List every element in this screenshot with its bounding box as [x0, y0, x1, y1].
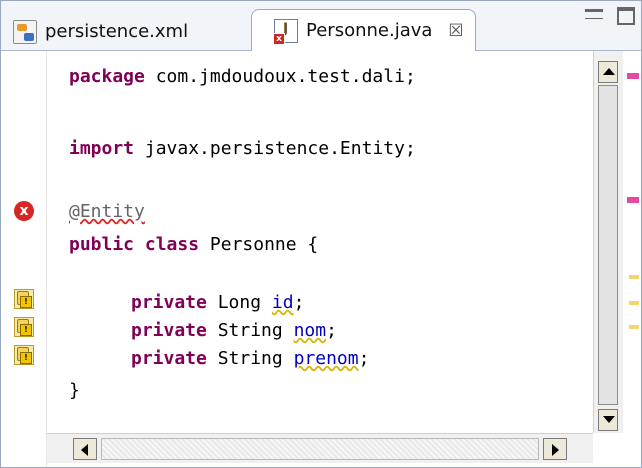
minimize-icon[interactable]: [585, 9, 603, 19]
code-line-annotation: @Entity: [69, 198, 145, 226]
keyword-class: class: [144, 234, 200, 255]
package-name: com.jmdoudoux.test.dali;: [144, 66, 416, 87]
code-line-field-nom: private String nom;: [131, 317, 337, 345]
warning-icon[interactable]: [14, 345, 34, 365]
vertical-ruler[interactable]: x: [1, 51, 47, 467]
code-line-close-brace: }: [69, 377, 80, 405]
code-line-field-id: private Long id;: [131, 289, 304, 317]
java-file-error-icon: x: [273, 18, 298, 45]
code-line-import: import javax.persistence.Entity;: [69, 135, 416, 163]
tab-bar: persistence.xml x Personne.java ☒: [1, 1, 641, 51]
scroll-left-button[interactable]: [73, 438, 97, 460]
keyword-private: private: [131, 320, 207, 341]
field-name-id[interactable]: id: [272, 292, 294, 313]
tab-label: persistence.xml: [45, 21, 189, 42]
field-name-prenom[interactable]: prenom: [294, 348, 359, 369]
horizontal-scroll-track[interactable]: [101, 438, 539, 460]
class-declaration: Personne {: [199, 234, 319, 255]
error-icon[interactable]: x: [14, 201, 34, 221]
editor-window: persistence.xml x Personne.java ☒ x pack…: [0, 0, 642, 468]
keyword-package: package: [69, 66, 145, 87]
overview-warning-marker[interactable]: [629, 275, 639, 279]
semicolon: ;: [326, 320, 337, 341]
field-type: Long: [206, 292, 272, 313]
keyword-import: import: [69, 138, 135, 159]
vertical-scrollbar[interactable]: [593, 51, 623, 433]
warning-icon[interactable]: [14, 317, 34, 337]
code-line-class: public class Personne {: [69, 231, 318, 259]
maximize-icon[interactable]: [617, 7, 635, 25]
keyword-private: private: [131, 348, 207, 369]
horizontal-scrollbar[interactable]: [47, 433, 593, 463]
entity-annotation[interactable]: @Entity: [69, 201, 145, 222]
code-line-package: package com.jmdoudoux.test.dali;: [69, 63, 416, 91]
overview-error-marker[interactable]: [627, 73, 639, 79]
scroll-down-button[interactable]: [598, 409, 618, 431]
code-editor[interactable]: package com.jmdoudoux.test.dali; import …: [47, 51, 593, 426]
scroll-thumb[interactable]: [598, 85, 618, 405]
code-line-field-prenom: private String prenom;: [131, 345, 369, 373]
scroll-up-button[interactable]: [598, 61, 618, 83]
semicolon: ;: [293, 292, 305, 313]
tab-personne-java[interactable]: x Personne.java ☒: [251, 9, 476, 51]
overview-ruler[interactable]: [623, 51, 641, 467]
tab-label: Personne.java: [306, 20, 433, 41]
close-tab-icon[interactable]: ☒: [448, 21, 463, 41]
keyword-public: public: [69, 234, 135, 255]
warning-icon[interactable]: [14, 289, 34, 309]
field-name-nom[interactable]: nom: [294, 320, 327, 341]
keyword-private: private: [131, 292, 207, 313]
scroll-right-button[interactable]: [543, 438, 567, 460]
closing-brace: }: [69, 380, 80, 401]
tab-persistence-xml[interactable]: persistence.xml: [13, 13, 188, 50]
xml-file-icon: [13, 19, 37, 44]
overview-warning-marker[interactable]: [629, 325, 639, 329]
field-type: String: [206, 348, 294, 369]
semicolon: ;: [358, 348, 370, 369]
overview-warning-marker[interactable]: [629, 301, 639, 305]
overview-error-marker[interactable]: [627, 197, 639, 203]
field-type: String: [206, 320, 294, 341]
import-name: javax.persistence.Entity;: [134, 138, 416, 159]
